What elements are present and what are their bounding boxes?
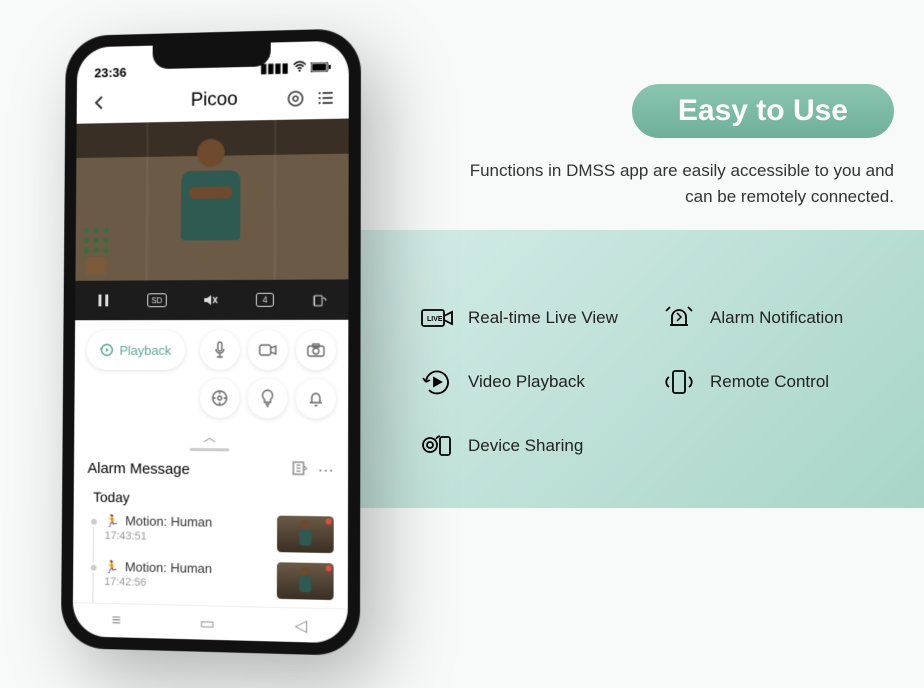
remote-icon [662,367,696,397]
nav-menu-icon[interactable]: ≡ [112,612,121,630]
status-time: 23:36 [94,65,126,80]
motion-icon: 🏃 [104,559,119,573]
playback-button[interactable]: Playback [86,330,185,370]
feature-label: Video Playback [468,372,585,392]
alarm-item-time: 17:42:56 [104,576,269,592]
feature-video-playback: Video Playback [420,354,642,410]
feature-label: Remote Control [710,372,829,392]
alarm-thumbnail[interactable] [277,516,334,554]
nav-home-icon[interactable]: ▭ [200,613,215,634]
video-person [176,138,246,268]
alarm-item-title: Motion: Human [125,513,212,529]
easy-to-use-badge: Easy to Use [632,84,894,138]
android-navbar: ≡ ▭ ◁ [73,602,348,643]
phone-notch [153,43,271,70]
svg-text:LIVE: LIVE [427,316,443,323]
header-title: Picoo [117,87,312,113]
share-icon [420,431,454,461]
alarm-heading: Alarm Message [87,460,189,478]
alarm-thumbnail[interactable] [277,562,334,600]
snapshot-button[interactable] [296,330,336,370]
alarm-icon [662,303,696,333]
light-button[interactable] [247,378,287,418]
rotate-button[interactable] [307,288,331,312]
video-plant [81,225,110,275]
status-icons: ▮▮▮▮ [260,59,331,77]
alarm-item[interactable]: 🏃 Motion: Human 17:43:51 [87,513,334,553]
feature-remote-control: Remote Control [662,354,884,410]
feature-label: Real-time Live View [468,308,618,328]
alarm-header: Alarm Message ⋯ [87,458,333,482]
app-header: Picoo [77,76,349,123]
toolbar: Playback [74,320,348,423]
feature-device-sharing: Device Sharing [420,418,642,474]
video-controls: SD 4 [75,279,348,320]
motion-icon: 🏃 [105,513,120,527]
marketing-subtitle: Functions in DMSS app are easily accessi… [304,138,924,209]
gear-icon[interactable] [285,87,307,109]
feature-alarm-notification: Alarm Notification [662,290,884,346]
nav-back-icon[interactable]: ◁ [295,615,308,636]
battery-icon [311,59,331,74]
ptz-button[interactable] [200,378,240,418]
feature-panel: LIVE Real-time Live View Alarm Notificat… [280,230,924,508]
alarm-filter-icon[interactable] [291,460,307,481]
alarm-section: Alarm Message ⋯ Today 🏃 Motion: Human 17:… [73,458,348,609]
feature-label: Device Sharing [468,436,583,456]
alarm-item-title: Motion: Human [125,559,212,576]
mute-button[interactable] [199,288,223,312]
phone-mockup: 23:36 ▮▮▮▮ Picoo [61,28,361,656]
bell-button[interactable] [296,378,337,419]
feature-label: Alarm Notification [710,308,843,328]
phone-frame: 23:36 ▮▮▮▮ Picoo [61,28,361,656]
alarm-item[interactable]: 🏃 Motion: Human 17:42:56 [87,559,334,601]
back-icon[interactable] [88,92,109,114]
live-icon: LIVE [420,303,454,333]
grid-button[interactable]: 4 [256,293,274,307]
playback-icon [420,367,454,397]
collapse-handle[interactable] [74,421,348,449]
marketing-header: Easy to Use Functions in DMSS app are ea… [304,84,924,209]
drag-handle[interactable] [190,448,230,451]
alarm-today-label: Today [93,489,334,508]
list-icon[interactable] [315,87,337,109]
playback-label: Playback [120,342,172,357]
quality-button[interactable]: SD [147,293,167,307]
wifi-icon [293,60,307,75]
alarm-item-time: 17:43:51 [105,530,269,545]
pause-button[interactable] [91,289,114,313]
mic-button[interactable] [200,330,240,370]
feature-live-view: LIVE Real-time Live View [420,290,642,346]
alarm-more-icon[interactable]: ⋯ [318,460,334,482]
live-video[interactable] [75,119,348,281]
record-button[interactable] [248,330,288,370]
phone-screen: 23:36 ▮▮▮▮ Picoo [73,41,349,644]
